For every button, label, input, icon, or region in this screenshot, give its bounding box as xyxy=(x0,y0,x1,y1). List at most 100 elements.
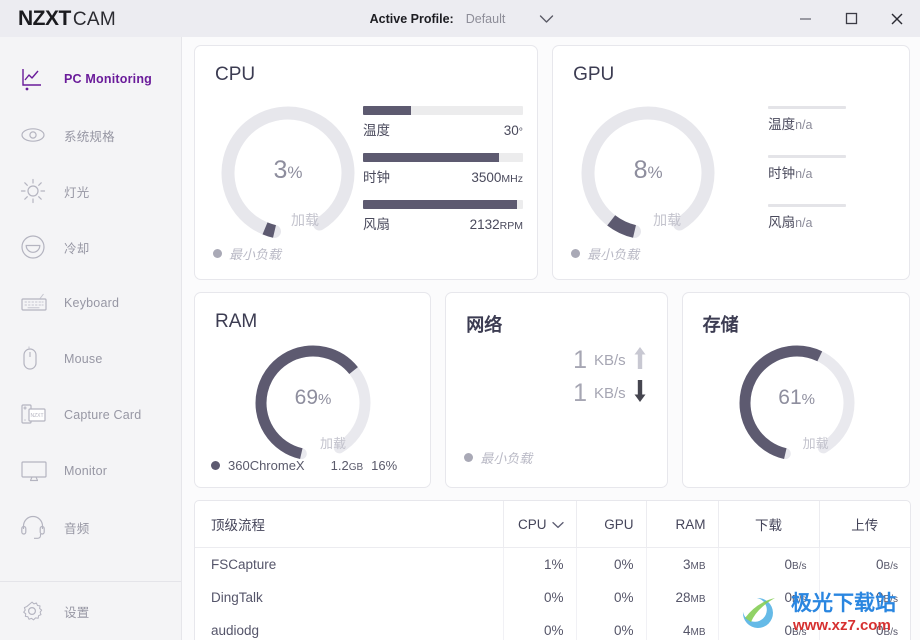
sidebar-item-settings[interactable]: 设置 xyxy=(0,582,181,640)
cell-upload: 0B/s xyxy=(818,547,910,581)
main-content: CPU 3% 加载 温度 30° 时钟 3500MHz 风扇 2132RPM 最… xyxy=(182,37,920,640)
cell-download: 0B/s xyxy=(717,547,819,581)
active-profile-value: Default xyxy=(465,11,506,26)
cooling-icon xyxy=(20,234,54,260)
sidebar-item-pc-monitoring[interactable]: PC Monitoring xyxy=(0,51,181,107)
stat-value: 2132 xyxy=(469,217,500,232)
storage-gauge-value: 61 xyxy=(778,386,802,409)
stat-label: 温度 xyxy=(768,117,796,132)
bar-track xyxy=(363,200,523,209)
network-download-value: 1 xyxy=(573,379,587,407)
storage-card-title: 存储 xyxy=(702,315,739,335)
sidebar-item-lighting[interactable]: 灯光 xyxy=(0,163,181,219)
sidebar-item-capture-card[interactable]: NZXT Capture Card xyxy=(0,387,181,443)
sidebar-item-cooling[interactable]: 冷却 xyxy=(0,219,181,275)
process-table: 顶级流程 CPU GPU RAM 下载 上传 FSCapture 1% 0% 3… xyxy=(194,500,911,640)
network-upload-unit: KB/s xyxy=(593,352,626,369)
active-profile-label: Active Profile: xyxy=(369,11,454,26)
sidebar-item-label: 冷却 xyxy=(64,241,90,256)
cell-gpu: 0% xyxy=(575,547,646,581)
column-header-upload[interactable]: 上传 xyxy=(818,501,910,548)
stat-value: 30 xyxy=(503,123,519,138)
sidebar-item-audio[interactable]: 音频 xyxy=(0,499,181,555)
chevron-down-icon xyxy=(551,517,564,532)
column-header-gpu[interactable]: GPU xyxy=(575,501,646,548)
close-button[interactable] xyxy=(874,0,920,37)
sidebar-item-label: 音频 xyxy=(64,521,90,536)
sidebar-item-label: Mouse xyxy=(64,352,103,366)
bar-track xyxy=(768,155,847,158)
cpu-card-title: CPU xyxy=(215,64,256,85)
column-header-download[interactable]: 下载 xyxy=(717,501,819,548)
cpu-gauge: 3% 加载 xyxy=(213,98,363,248)
arrow-down-icon xyxy=(633,378,647,409)
bar-fill xyxy=(363,200,517,209)
sidebar-item-mouse[interactable]: Mouse xyxy=(0,331,181,387)
sidebar-item-label: 灯光 xyxy=(64,185,90,200)
sidebar-item-label: Monitor xyxy=(64,464,108,478)
sidebar-item-system-specs[interactable]: 系统规格 xyxy=(0,107,181,163)
network-legend: 最小负载 xyxy=(464,448,532,467)
sidebar: PC Monitoring 系统规格 灯光 冷却 Keyboard Mouse … xyxy=(0,37,182,640)
sidebar-item-monitor[interactable]: Monitor xyxy=(0,443,181,499)
arrow-up-icon xyxy=(633,345,647,376)
active-profile-selector[interactable]: Active Profile: Default xyxy=(142,12,782,26)
stat-unit: ° xyxy=(518,126,523,138)
sidebar-item-label: Capture Card xyxy=(64,408,142,422)
sidebar-item-label: PC Monitoring xyxy=(64,72,153,86)
column-header-cpu[interactable]: CPU xyxy=(502,501,576,548)
mid-cards-row: RAM 69% 加载 360ChromeX 1.2GB 16% 网络 1 KB/… xyxy=(194,292,910,488)
stat-value: 3500 xyxy=(471,170,502,185)
ram-card-title: RAM xyxy=(215,311,258,332)
cell-ram: 28MB xyxy=(645,581,718,614)
cpu-gauge-unit: % xyxy=(287,163,303,182)
storage-gauge: 61% 加载 xyxy=(731,337,863,469)
table-row[interactable]: DingTalk 0% 0% 28MB 0B/s 0B/s xyxy=(195,581,910,614)
bar-track xyxy=(363,153,523,162)
cell-process-name: FSCapture xyxy=(211,557,277,572)
stat-label: 时钟 xyxy=(363,170,390,185)
nzxt-cam-window: NZXT CAM Active Profile: Default PC Moni… xyxy=(0,0,920,640)
bar-track xyxy=(363,106,523,115)
cpu-stat-fan: 风扇 2132RPM xyxy=(363,200,523,233)
monitor-icon xyxy=(20,459,54,483)
gpu-card: GPU 8% 加载 温度 n/a 时钟 n/a 风扇 n/a 最小负载 xyxy=(552,45,910,280)
column-header-process[interactable]: 顶级流程 xyxy=(195,501,503,548)
gpu-stat-clock: 时钟 n/a xyxy=(768,155,847,182)
cell-upload: 0B/s xyxy=(818,581,910,614)
cell-gpu: 0% xyxy=(575,614,646,640)
table-row[interactable]: audiodg 0% 0% 4MB 0B/s 0B/s xyxy=(195,614,910,640)
sidebar-item-keyboard[interactable]: Keyboard xyxy=(0,275,181,331)
cell-process-name: audiodg xyxy=(211,623,260,638)
table-row[interactable]: FSCapture 1% 0% 3MB 0B/s 0B/s xyxy=(195,547,910,581)
stat-value: n/a xyxy=(795,167,813,181)
sidebar-item-label: 设置 xyxy=(64,605,90,620)
gpu-legend-text: 最小负载 xyxy=(587,247,640,262)
brand-nzxt: NZXT xyxy=(18,6,71,30)
cpu-legend: 最小负载 xyxy=(213,244,281,263)
cpu-legend-text: 最小负载 xyxy=(229,247,282,262)
maximize-button[interactable] xyxy=(828,0,874,37)
cell-download: 0B/s xyxy=(717,614,819,640)
minimize-button[interactable] xyxy=(782,0,828,37)
network-card: 网络 1 KB/s 1 KB/s 最小负载 xyxy=(445,292,668,488)
storage-card: 存储 61% 加载 xyxy=(681,292,910,488)
ram-process-size-unit: GB xyxy=(348,462,364,473)
sidebar-footer: 设置 xyxy=(0,581,181,640)
sidebar-item-label: Keyboard xyxy=(64,296,120,310)
column-header-ram[interactable]: RAM xyxy=(645,501,718,548)
stat-value: n/a xyxy=(795,216,813,230)
top-cards-row: CPU 3% 加载 温度 30° 时钟 3500MHz 风扇 2132RPM 最… xyxy=(194,45,910,280)
cpu-stat-clock: 时钟 3500MHz xyxy=(363,153,523,186)
stat-label: 风扇 xyxy=(768,215,796,230)
process-table-element: 顶级流程 CPU GPU RAM 下载 上传 FSCapture 1% 0% 3… xyxy=(195,501,910,640)
cpu-stats: 温度 30° 时钟 3500MHz 风扇 2132RPM xyxy=(363,106,523,247)
status-dot xyxy=(211,461,220,470)
line-chart-icon xyxy=(20,67,54,91)
cell-ram: 4MB xyxy=(645,614,718,640)
ram-card: RAM 69% 加载 360ChromeX 1.2GB 16% xyxy=(194,292,432,488)
gpu-card-title: GPU xyxy=(573,64,615,85)
window-controls xyxy=(782,0,920,37)
gpu-stat-temperature: 温度 n/a xyxy=(768,106,847,133)
storage-gauge-caption: 加载 xyxy=(802,436,829,451)
